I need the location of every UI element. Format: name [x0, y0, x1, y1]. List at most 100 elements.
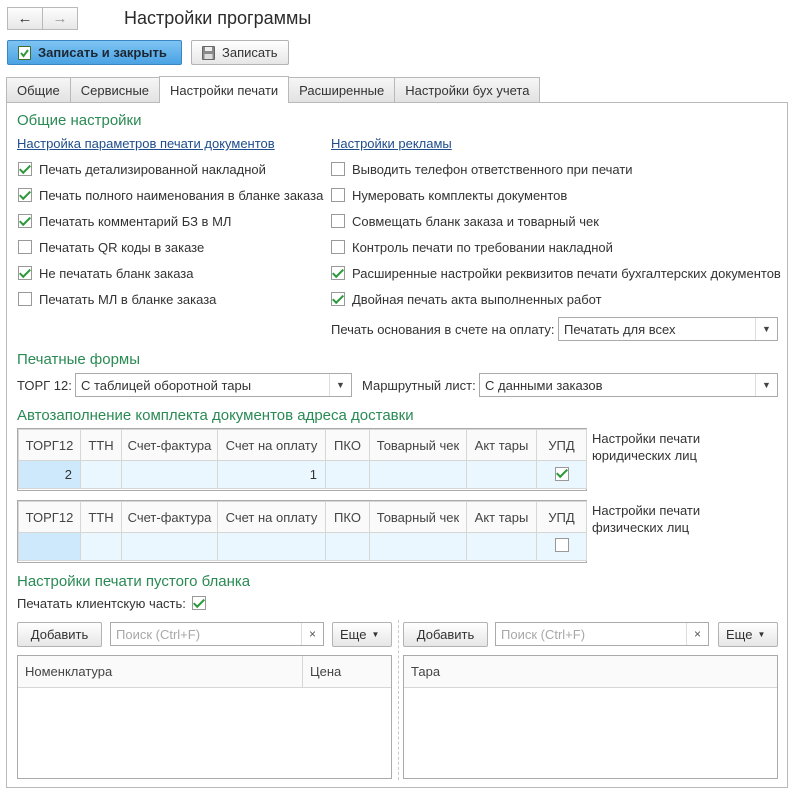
- tab-general[interactable]: Общие: [6, 77, 71, 102]
- more-button-left[interactable]: Еще ▼: [332, 622, 392, 647]
- column-header[interactable]: ПКО: [325, 501, 370, 533]
- chevron-down-icon[interactable]: ▼: [755, 374, 777, 396]
- checkbox-double-act[interactable]: Двойная печать акта выполненных работ: [331, 289, 602, 309]
- checkbox-box[interactable]: [18, 240, 32, 254]
- column-header[interactable]: ТТН: [80, 501, 122, 533]
- column-header[interactable]: Акт тары: [466, 429, 537, 461]
- checkbox-full-name[interactable]: Печать полного наименования в бланке зак…: [18, 185, 323, 205]
- autofill-heading: Автозаполнение комплекта документов адре…: [17, 407, 414, 424]
- column-header[interactable]: УПД: [536, 501, 587, 533]
- upd-cell[interactable]: [536, 532, 587, 561]
- table-cell[interactable]: [80, 532, 122, 561]
- more-label: Еще: [726, 627, 753, 642]
- table-cell[interactable]: [369, 460, 467, 489]
- column-header[interactable]: Товарный чек: [369, 501, 467, 533]
- checkbox-box[interactable]: [18, 292, 32, 306]
- individuals-table[interactable]: ТОРГ12 ТТН Счет-фактура Счет на оплату П…: [18, 501, 587, 561]
- table-cell[interactable]: [121, 460, 218, 489]
- checkbox-detailed-invoice[interactable]: Печать детализированной накладной: [18, 159, 266, 179]
- packaging-list[interactable]: Тара: [403, 655, 778, 779]
- column-header[interactable]: Счет на оплату: [217, 501, 326, 533]
- table-cell[interactable]: [121, 532, 218, 561]
- search-input-left[interactable]: Поиск (Ctrl+F) ×: [110, 622, 324, 646]
- column-header[interactable]: Цена: [303, 656, 391, 687]
- save-and-close-button[interactable]: Записать и закрыть: [7, 40, 182, 65]
- checkbox-responsible-phone[interactable]: Выводить телефон ответственного при печа…: [331, 159, 633, 179]
- column-header[interactable]: УПД: [536, 429, 587, 461]
- table-cell[interactable]: 1: [217, 460, 326, 489]
- checkbox-box[interactable]: [331, 292, 345, 306]
- checkbox-qr-codes[interactable]: Печатать QR коды в заказе: [18, 237, 204, 257]
- more-button-right[interactable]: Еще ▼: [718, 622, 778, 647]
- column-header[interactable]: ТОРГ12: [18, 429, 81, 461]
- back-button[interactable]: ←: [7, 7, 43, 30]
- add-item-button-left[interactable]: Добавить: [17, 622, 102, 647]
- checkbox-box[interactable]: [331, 162, 345, 176]
- basis-select[interactable]: Печатать для всех ▼: [558, 317, 778, 341]
- table-cell[interactable]: [466, 532, 537, 561]
- table-cell[interactable]: 2: [18, 460, 81, 489]
- column-header[interactable]: Тара: [404, 656, 777, 687]
- checkbox-box[interactable]: [18, 162, 32, 176]
- checkbox-comment-bz[interactable]: Печатать комментарий БЗ в МЛ: [18, 211, 231, 231]
- nomenclature-list[interactable]: Номенклатура Цена: [17, 655, 392, 779]
- column-header[interactable]: Товарный чек: [369, 429, 467, 461]
- table-cell[interactable]: [369, 532, 467, 561]
- chevron-down-icon[interactable]: ▼: [329, 374, 351, 396]
- tab-service[interactable]: Сервисные: [69, 77, 161, 102]
- route-sheet-select[interactable]: С данными заказов ▼: [479, 373, 778, 397]
- checkbox-box[interactable]: [331, 214, 345, 228]
- clear-icon[interactable]: ×: [686, 623, 708, 645]
- checkbox-box[interactable]: [18, 188, 32, 202]
- checkbox-box[interactable]: [331, 188, 345, 202]
- chevron-down-icon: ▼: [757, 630, 766, 639]
- ads-settings-link[interactable]: Настройки рекламы: [331, 136, 452, 151]
- column-header[interactable]: Акт тары: [466, 501, 537, 533]
- checkbox-box[interactable]: [18, 214, 32, 228]
- upd-checkbox[interactable]: [554, 538, 569, 552]
- checkbox-combine-form-receipt[interactable]: Совмещать бланк заказа и товарный чек: [331, 211, 599, 231]
- checkbox-box[interactable]: [18, 266, 32, 280]
- client-part-row[interactable]: Печатать клиентскую часть:: [17, 593, 213, 613]
- tab-print-settings[interactable]: Настройки печати: [159, 76, 290, 103]
- table-cell[interactable]: [325, 460, 370, 489]
- add-item-button-right[interactable]: Добавить: [403, 622, 488, 647]
- clear-icon[interactable]: ×: [301, 623, 323, 645]
- table-cell[interactable]: [466, 460, 537, 489]
- tab-advanced[interactable]: Расширенные: [288, 77, 396, 102]
- torg-label: ТОРГ 12:: [17, 378, 72, 393]
- column-header[interactable]: Счет на оплату: [217, 429, 326, 461]
- checkbox-box[interactable]: [331, 240, 345, 254]
- search-input-right[interactable]: Поиск (Ctrl+F) ×: [495, 622, 709, 646]
- column-header[interactable]: ПКО: [325, 429, 370, 461]
- forward-button[interactable]: →: [42, 7, 78, 30]
- table-row[interactable]: [18, 532, 587, 561]
- client-part-checkbox[interactable]: [191, 596, 206, 610]
- checkbox-print-control[interactable]: Контроль печати по требовании накладной: [331, 237, 613, 257]
- checkbox-no-order-form[interactable]: Не печатать бланк заказа: [18, 263, 193, 283]
- tab-accounting[interactable]: Настройки бух учета: [394, 77, 541, 102]
- checkbox-ml-in-form[interactable]: Печатать МЛ в бланке заказа: [18, 289, 216, 309]
- legal-entities-table[interactable]: ТОРГ12 ТТН Счет-фактура Счет на оплату П…: [18, 429, 587, 489]
- split-divider[interactable]: [398, 620, 399, 780]
- column-header[interactable]: Счет-фактура: [121, 429, 218, 461]
- column-header[interactable]: ТТН: [80, 429, 122, 461]
- route-sheet-select-value: С данными заказов: [485, 377, 603, 393]
- torg-select[interactable]: С таблицей оборотной тары ▼: [75, 373, 352, 397]
- upd-cell[interactable]: [536, 460, 587, 489]
- column-header[interactable]: ТОРГ12: [18, 501, 81, 533]
- chevron-down-icon[interactable]: ▼: [755, 318, 777, 340]
- table-row[interactable]: 2 1: [18, 460, 587, 489]
- column-header[interactable]: Счет-фактура: [121, 501, 218, 533]
- upd-checkbox[interactable]: [554, 466, 569, 481]
- column-header[interactable]: Номенклатура: [18, 656, 303, 687]
- checkbox-extended-requisites[interactable]: Расширенные настройки реквизитов печати …: [331, 263, 781, 283]
- save-button[interactable]: Записать: [191, 40, 289, 65]
- table-cell[interactable]: [18, 532, 81, 561]
- table-cell[interactable]: [217, 532, 326, 561]
- table-cell[interactable]: [80, 460, 122, 489]
- print-params-link[interactable]: Настройка параметров печати документов: [17, 136, 275, 151]
- checkbox-box[interactable]: [331, 266, 345, 280]
- checkbox-number-sets[interactable]: Нумеровать комплекты документов: [331, 185, 567, 205]
- table-cell[interactable]: [325, 532, 370, 561]
